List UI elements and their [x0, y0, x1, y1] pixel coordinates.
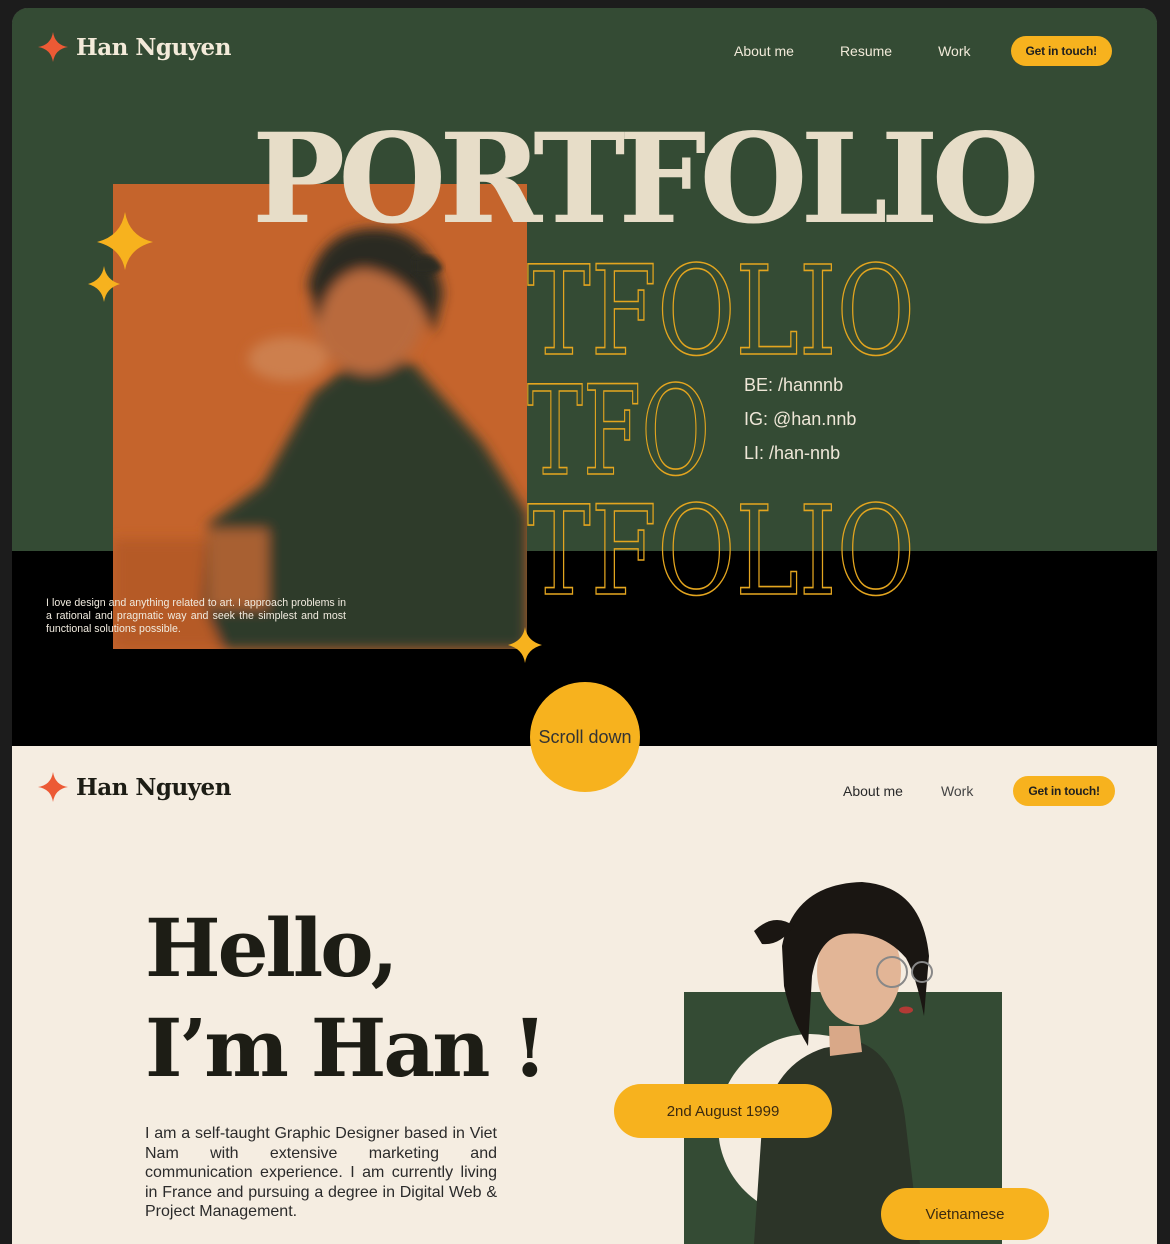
get-in-touch-button[interactable]: Get in touch! — [1013, 776, 1115, 806]
scroll-down-button[interactable]: Scroll down — [530, 682, 640, 792]
linkedin-link[interactable]: LI: /han-nnb — [744, 436, 856, 470]
hero-nav: About me Resume Work Get in touch! — [734, 36, 1112, 66]
about-section: Han Nguyen About me Work Get in touch! H… — [12, 746, 1157, 1244]
page-frame: PORTFOLIO TFOLIO TFO TFOLIO Han Nguyen A… — [12, 8, 1157, 1244]
nav-about-me[interactable]: About me — [843, 783, 903, 799]
brand-logo[interactable]: Han Nguyen — [38, 32, 231, 62]
greeting-heading: Hello, I’m Han ! — [145, 898, 547, 1098]
nav-resume[interactable]: Resume — [840, 43, 892, 59]
brand-name: Han Nguyen — [76, 773, 231, 801]
nav-work[interactable]: Work — [938, 43, 970, 59]
about-blurb: I love design and anything related to ar… — [46, 596, 346, 635]
star-logo-icon — [38, 772, 68, 802]
about-nav: About me Work Get in touch! — [843, 776, 1115, 806]
outline-text-line-3: TFOLIO — [527, 480, 915, 624]
instagram-link[interactable]: IG: @han.nnb — [744, 402, 856, 436]
nav-about-me[interactable]: About me — [734, 43, 794, 59]
behance-link[interactable]: BE: /hannnb — [744, 368, 856, 402]
hero-section: PORTFOLIO TFOLIO TFO TFOLIO Han Nguyen A… — [12, 8, 1157, 746]
sparkle-icon-bottom — [508, 627, 542, 663]
intro-paragraph: I am a self-taught Graphic Designer base… — [145, 1125, 497, 1220]
brand-logo[interactable]: Han Nguyen — [38, 772, 231, 802]
get-in-touch-button[interactable]: Get in touch! — [1010, 36, 1112, 66]
brand-name: Han Nguyen — [76, 33, 231, 61]
nav-work[interactable]: Work — [941, 783, 973, 799]
greeting-line-1: Hello, — [145, 901, 398, 995]
star-logo-icon — [38, 32, 68, 62]
sparkle-icon-large — [97, 212, 153, 270]
nationality-badge: Vietnamese — [881, 1188, 1049, 1240]
sparkle-icon-small — [88, 266, 120, 302]
birthday-badge: 2nd August 1999 — [614, 1084, 832, 1138]
greeting-line-2: I’m Han ! — [145, 1001, 547, 1095]
social-links: BE: /hannnb IG: @han.nnb LI: /han-nnb — [744, 368, 856, 470]
